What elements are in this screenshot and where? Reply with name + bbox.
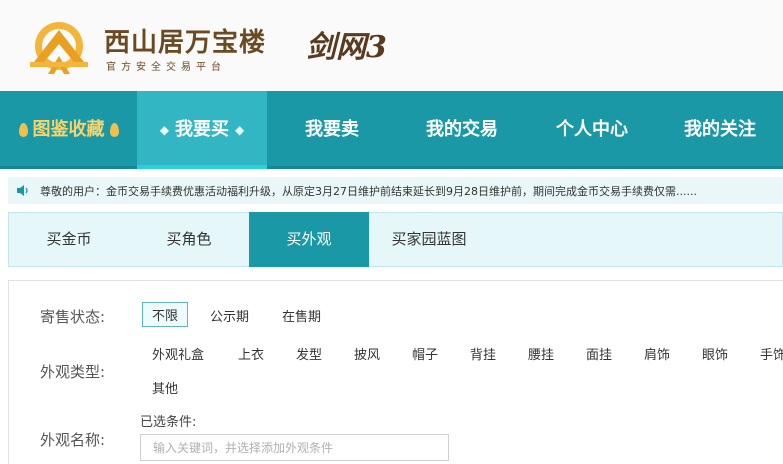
- brand-tagline: 官方安全交易平台: [106, 62, 226, 73]
- type-option[interactable]: 眼饰: [702, 344, 728, 363]
- type-option[interactable]: 腰挂: [528, 344, 554, 363]
- flame-icon: [109, 123, 119, 137]
- nav-item-label: 我的关注: [684, 119, 756, 140]
- nav-item-label: 我要买: [175, 119, 229, 140]
- diamond-icon: ◆: [235, 123, 245, 137]
- buy-category-tabs: 买金币 买角色 买外观 买家园蓝图: [8, 212, 783, 267]
- nav-item-user-center[interactable]: 个人中心: [527, 91, 657, 166]
- wanbaolou-logo-icon[interactable]: [26, 18, 92, 78]
- type-option[interactable]: 上衣: [238, 344, 264, 363]
- nav-item-label: 个人中心: [556, 119, 628, 140]
- type-label: 外观类型:: [40, 363, 106, 381]
- selected-conditions-label: 已选条件:: [140, 415, 197, 430]
- type-option[interactable]: 肩饰: [644, 344, 670, 363]
- type-option[interactable]: 帽子: [412, 344, 438, 363]
- tab-buy-appearance[interactable]: 买外观: [249, 212, 369, 267]
- nav-item-buy[interactable]: ◆ 我要买 ◆: [137, 91, 267, 169]
- tab-buy-character[interactable]: 买角色: [129, 213, 249, 266]
- tab-buy-home-blueprint[interactable]: 买家园蓝图: [369, 213, 489, 266]
- speaker-icon: [17, 185, 28, 196]
- type-option[interactable]: 手饰: [760, 344, 783, 363]
- type-option[interactable]: 发型: [296, 344, 322, 363]
- nav-item-label: 图鉴收藏: [32, 119, 105, 140]
- type-option[interactable]: 面挂: [586, 344, 612, 363]
- status-option-on-sale[interactable]: 在售期: [282, 306, 321, 325]
- site-header: 西山居万宝楼 官方安全交易平台 剑网3: [0, 0, 783, 91]
- diamond-icon: ◆: [159, 123, 169, 137]
- type-option[interactable]: 背挂: [470, 344, 496, 363]
- type-option[interactable]: 外观礼盒: [152, 344, 204, 363]
- brand-name[interactable]: 西山居万宝楼: [104, 22, 266, 59]
- flame-icon: [18, 123, 28, 137]
- nav-item-following[interactable]: 我的关注: [657, 91, 783, 166]
- nav-item-label: 我要卖: [305, 119, 359, 140]
- notice-text[interactable]: 尊敬的用户：金币交易手续费优惠活动福利升级，从原定3月27日维护前结束延长到9月…: [40, 183, 697, 199]
- notice-bar: 尊敬的用户：金币交易手续费优惠活动福利升级，从原定3月27日维护前结束延长到9月…: [8, 177, 783, 204]
- nav-item-sell[interactable]: 我要卖: [267, 91, 397, 166]
- nav-item-my-trades[interactable]: 我的交易: [397, 91, 527, 166]
- name-label: 外观名称:: [40, 431, 106, 449]
- status-label: 寄售状态:: [40, 308, 106, 326]
- game-logo[interactable]: 剑网3: [306, 22, 387, 66]
- status-option-all[interactable]: 不限: [142, 302, 189, 327]
- type-option[interactable]: 其他: [152, 378, 178, 397]
- appearance-search-input[interactable]: [140, 434, 449, 461]
- nav-item-gallery[interactable]: 图鉴收藏: [0, 91, 137, 166]
- filter-panel: 寄售状态: 不限 公示期 在售期 外观类型: 外观礼盒 上衣 发型 披风 帽子 …: [8, 280, 783, 464]
- tab-buy-gold[interactable]: 买金币: [9, 213, 129, 266]
- status-option-preview[interactable]: 公示期: [210, 306, 249, 325]
- nav-item-label: 我的交易: [426, 119, 498, 140]
- type-option[interactable]: 披风: [354, 344, 380, 363]
- main-nav: 图鉴收藏 ◆ 我要买 ◆ 我要卖 我的交易 个人中心 我的关注: [0, 91, 783, 169]
